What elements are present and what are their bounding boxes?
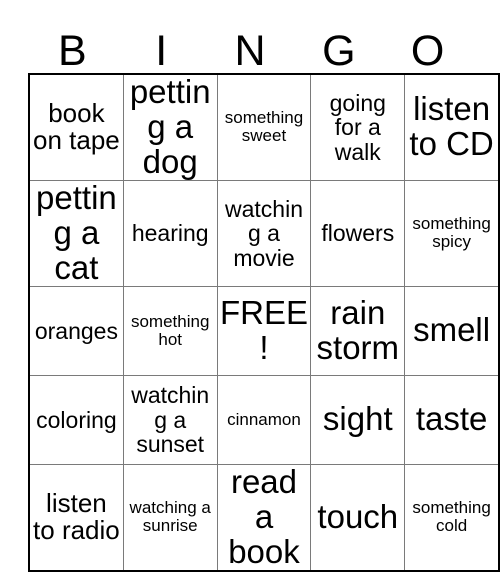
bingo-row: petting a cat hearing watching a movie f… <box>28 179 500 287</box>
bingo-cell-label: something cold <box>412 498 491 536</box>
bingo-cell[interactable]: flowers <box>310 179 406 287</box>
bingo-cell-label: something spicy <box>412 214 491 252</box>
bingo-cell[interactable]: cinnamon <box>216 374 312 465</box>
bingo-cell[interactable]: read a book <box>216 463 312 572</box>
bingo-cell[interactable]: something hot <box>122 285 218 376</box>
bingo-cell-label: hearing <box>131 220 209 247</box>
bingo-cell[interactable]: smell <box>404 285 500 376</box>
bingo-header-letter-i: I <box>155 27 168 75</box>
bingo-cell-label: something hot <box>130 311 210 349</box>
bingo-row: coloring watching a sunset cinnamon sigh… <box>28 374 500 465</box>
bingo-cell[interactable]: watching a movie <box>216 179 312 287</box>
bingo-cell-label: oranges <box>34 317 118 344</box>
bingo-cell[interactable]: coloring <box>28 374 124 465</box>
bingo-cell-label: rain storm <box>316 293 400 366</box>
bingo-cell[interactable]: touch <box>310 463 406 572</box>
bingo-cell-label: listen to radio <box>33 487 120 546</box>
bingo-cell[interactable]: hearing <box>122 179 218 287</box>
bingo-cell-label: cinnamon <box>227 409 301 429</box>
bingo-cell-label: watching a sunrise <box>129 498 211 536</box>
bingo-cell[interactable]: listen to radio <box>28 463 124 572</box>
bingo-row: book on tape petting a dog something swe… <box>28 73 500 181</box>
bingo-cell[interactable]: petting a cat <box>28 179 124 287</box>
bingo-cell-label: listen to CD <box>409 90 494 163</box>
bingo-cell[interactable]: rain storm <box>310 285 406 376</box>
bingo-header-letter-b: B <box>58 27 87 75</box>
bingo-header-letter-n: N <box>234 27 266 75</box>
bingo-cell-label: coloring <box>36 406 117 433</box>
bingo-card: B I N G O book on tape petting a dog som… <box>28 12 500 572</box>
bingo-cell-label: read a book <box>228 464 300 570</box>
bingo-cell[interactable]: going for a walk <box>310 73 406 181</box>
bingo-cell[interactable]: something spicy <box>404 179 500 287</box>
bingo-cell-label: petting a dog <box>129 74 211 180</box>
bingo-cell[interactable]: listen to CD <box>404 73 500 181</box>
bingo-cell-label: taste <box>415 400 488 438</box>
bingo-cell[interactable]: watching a sunrise <box>122 463 218 572</box>
bingo-grid: book on tape petting a dog something swe… <box>28 73 500 572</box>
bingo-cell-label: book on tape <box>33 97 120 156</box>
bingo-row: oranges something hot FREE! rain storm s… <box>28 285 500 376</box>
bingo-cell[interactable]: oranges <box>28 285 124 376</box>
bingo-header-letter-o: O <box>410 27 445 75</box>
bingo-free-space[interactable]: FREE! <box>216 285 312 376</box>
bingo-cell[interactable]: something sweet <box>216 73 312 181</box>
bingo-cell-label: watching a sunset <box>131 382 210 457</box>
bingo-cell[interactable]: taste <box>404 374 500 465</box>
bingo-cell[interactable]: something cold <box>404 463 500 572</box>
bingo-header-row: B I N G O <box>28 12 472 73</box>
bingo-cell-label: petting a cat <box>36 180 117 286</box>
bingo-cell-label: something sweet <box>224 108 304 146</box>
bingo-free-space-label: FREE! <box>219 293 308 366</box>
bingo-cell-label: touch <box>317 497 399 535</box>
bingo-cell-label: watching a movie <box>225 195 303 271</box>
bingo-cell[interactable]: petting a dog <box>122 73 218 181</box>
bingo-cell-label: flowers <box>321 220 395 247</box>
bingo-cell[interactable]: book on tape <box>28 73 124 181</box>
bingo-cell-label: sight <box>322 400 393 438</box>
bingo-header-letter-g: G <box>322 27 356 75</box>
bingo-cell[interactable]: watching a sunset <box>122 374 218 465</box>
bingo-cell[interactable]: sight <box>310 374 406 465</box>
bingo-cell-label: smell <box>413 311 491 349</box>
bingo-row: listen to radio watching a sunrise read … <box>28 463 500 572</box>
bingo-cell-label: going for a walk <box>329 89 386 165</box>
